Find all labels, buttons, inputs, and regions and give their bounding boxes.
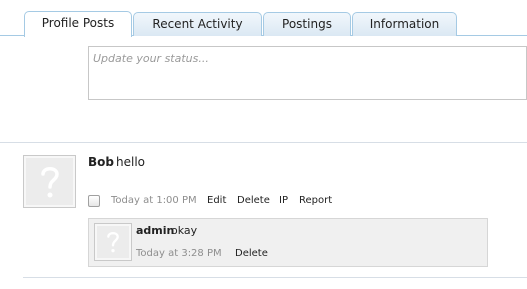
post-ip-link[interactable]: IP — [279, 195, 288, 206]
comment-delete-link[interactable]: Delete — [235, 248, 268, 259]
post-message: hello — [116, 155, 145, 169]
tab-information[interactable]: Information — [352, 12, 457, 36]
post-avatar[interactable] — [23, 155, 76, 208]
question-mark-avatar-icon — [40, 166, 59, 197]
comment-avatar[interactable] — [94, 223, 132, 261]
post-select-checkbox[interactable] — [88, 195, 100, 207]
comment-message: okay — [171, 224, 198, 237]
section-divider — [23, 277, 527, 278]
tab-postings[interactable]: Postings — [263, 12, 351, 36]
post-author[interactable]: Bob — [88, 155, 114, 169]
status-input[interactable] — [89, 47, 526, 99]
comment-author[interactable]: admin — [136, 224, 174, 237]
post-timestamp[interactable]: Today at 1:00 PM — [111, 195, 197, 206]
section-divider — [0, 142, 527, 143]
post-edit-link[interactable]: Edit — [207, 195, 226, 206]
status-update-box — [88, 46, 527, 100]
question-mark-avatar-icon — [107, 232, 119, 253]
post-delete-link[interactable]: Delete — [237, 195, 270, 206]
comment-timestamp[interactable]: Today at 3:28 PM — [136, 248, 222, 259]
tab-profile-posts[interactable]: Profile Posts — [24, 11, 132, 37]
profile-tabs: Profile Posts Recent Activity Postings I… — [0, 0, 527, 37]
tab-recent-activity[interactable]: Recent Activity — [133, 12, 262, 36]
post-report-link[interactable]: Report — [299, 195, 332, 206]
